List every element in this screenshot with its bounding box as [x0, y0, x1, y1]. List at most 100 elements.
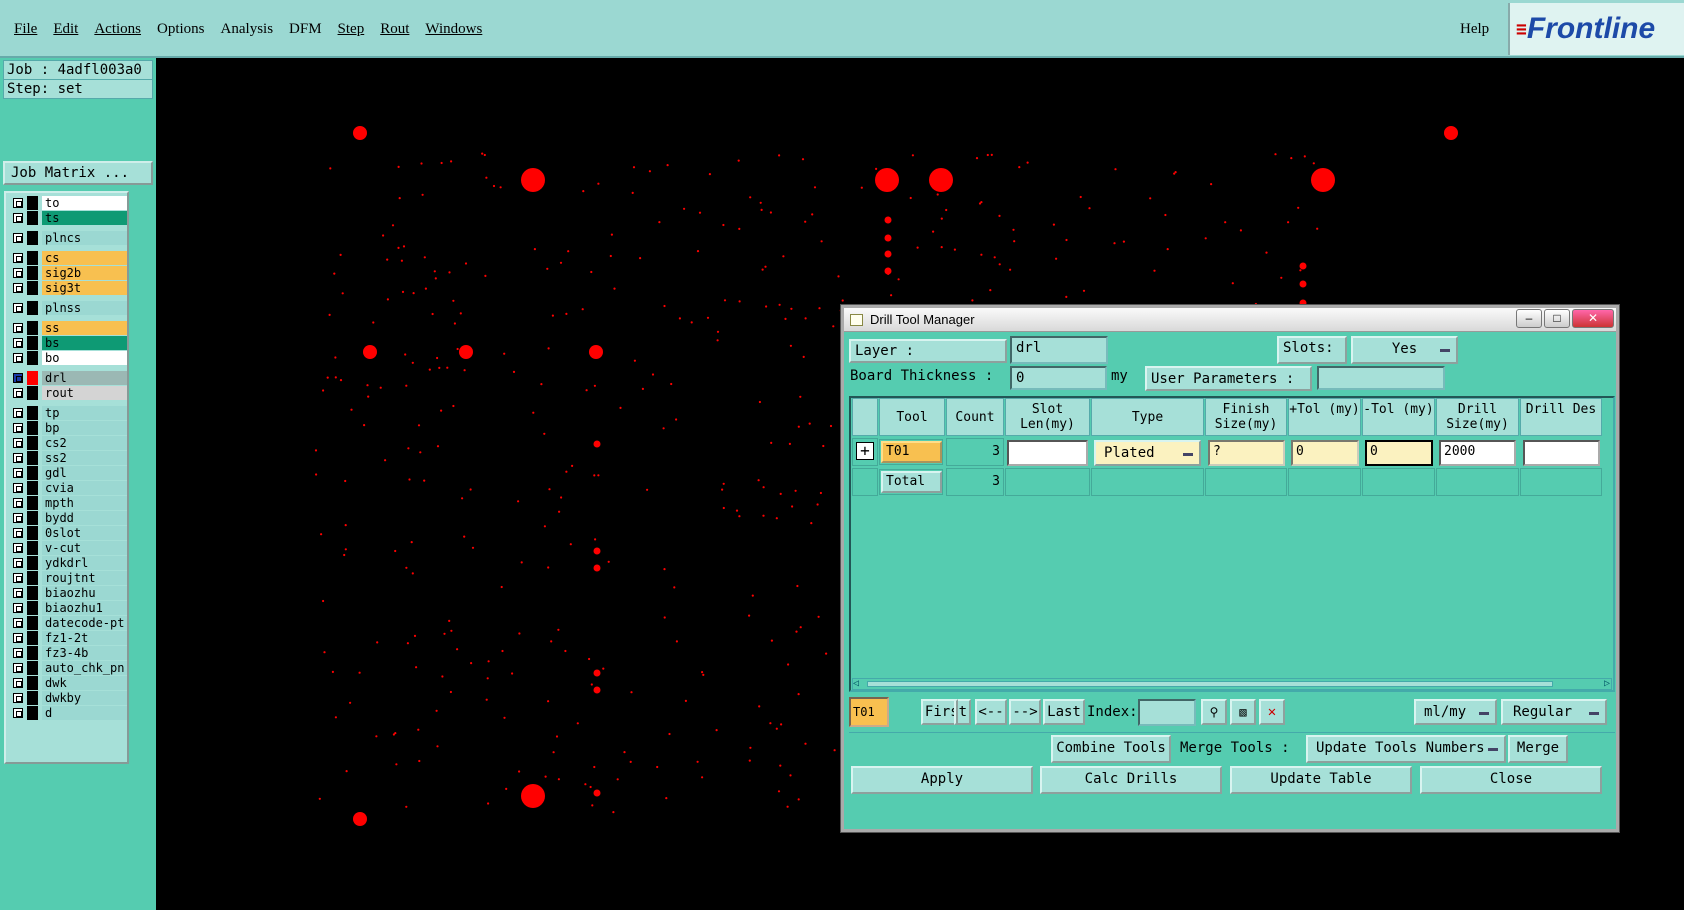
layer-row-biaozhu1[interactable]: biaozhu1 — [8, 601, 127, 615]
layer-checkbox[interactable] — [13, 663, 23, 673]
update-table-button[interactable]: Update Table — [1230, 766, 1412, 794]
layer-row-d[interactable]: d — [8, 706, 127, 720]
index-field[interactable] — [1138, 699, 1196, 726]
layer-row-0slot[interactable]: 0slot — [8, 526, 127, 540]
drill-size-field[interactable]: 2000 — [1439, 440, 1516, 466]
layer-row-bydd[interactable]: bydd — [8, 511, 127, 525]
layer-checkbox[interactable] — [13, 388, 23, 398]
layer-row-cvia[interactable]: cvia — [8, 481, 127, 495]
finish-size-field[interactable]: ? — [1208, 440, 1285, 466]
layer-row-fz3-4b[interactable]: fz3-4b — [8, 646, 127, 660]
type-dropdown[interactable]: Plated — [1094, 440, 1201, 466]
mode-dropdown[interactable]: Regular — [1501, 699, 1607, 725]
layer-checkbox[interactable] — [13, 498, 23, 508]
layer-row-bs[interactable]: bs — [8, 336, 127, 350]
layer-checkbox[interactable] — [13, 543, 23, 553]
select-tool-icon[interactable]: ▧ — [1230, 699, 1256, 725]
layer-field[interactable]: drl — [1010, 336, 1108, 364]
menu-options[interactable]: Options — [157, 21, 205, 38]
layer-checkbox[interactable] — [13, 588, 23, 598]
layer-row-to[interactable]: to — [8, 196, 127, 210]
layer-checkbox[interactable] — [13, 373, 23, 383]
layer-row-rout[interactable]: rout — [8, 386, 127, 400]
layer-checkbox[interactable] — [13, 633, 23, 643]
close-icon[interactable]: ✕ — [1572, 309, 1614, 328]
layer-row-tp[interactable]: tp — [8, 406, 127, 420]
layer-row-ydkdrl[interactable]: ydkdrl — [8, 556, 127, 570]
layer-row-drl[interactable]: drl — [8, 371, 127, 385]
layer-row-plncs[interactable]: plncs — [8, 231, 127, 245]
menu-rout[interactable]: Rout — [380, 21, 409, 38]
layer-checkbox[interactable] — [13, 423, 23, 433]
user-parameters-field[interactable] — [1317, 366, 1445, 390]
menu-dfm[interactable]: DFM — [289, 21, 322, 38]
layer-checkbox[interactable] — [13, 468, 23, 478]
slot-len-field[interactable] — [1007, 440, 1088, 466]
layer-checkbox[interactable] — [13, 198, 23, 208]
layer-checkbox[interactable] — [13, 453, 23, 463]
layer-row-dwkby[interactable]: dwkby — [8, 691, 127, 705]
layer-row-roujtnt[interactable]: roujtnt — [8, 571, 127, 585]
layer-checkbox[interactable] — [13, 233, 23, 243]
find-tool-icon[interactable]: ⚲ — [1201, 699, 1227, 725]
layer-checkbox[interactable] — [13, 483, 23, 493]
layer-row-dwk[interactable]: dwk — [8, 676, 127, 690]
layer-row-gdl[interactable]: gdl — [8, 466, 127, 480]
layer-checkbox[interactable] — [13, 438, 23, 448]
next-button[interactable]: --> — [1009, 699, 1041, 725]
layer-row-bo[interactable]: bo — [8, 351, 127, 365]
plus-tol-field[interactable]: 0 — [1291, 440, 1359, 466]
layer-checkbox[interactable] — [13, 303, 23, 313]
layer-checkbox[interactable] — [13, 648, 23, 658]
layer-checkbox[interactable] — [13, 708, 23, 718]
scroll-left-icon[interactable]: ◁ — [853, 679, 859, 689]
layer-row-mpth[interactable]: mpth — [8, 496, 127, 510]
menu-step[interactable]: Step — [338, 21, 365, 38]
layer-row-ss[interactable]: ss — [8, 321, 127, 335]
minimize-button[interactable]: – — [1516, 309, 1542, 328]
layer-row-datecode-pt[interactable]: datecode-pt — [8, 616, 127, 630]
menu-help[interactable]: Help — [1460, 0, 1489, 58]
layer-checkbox[interactable] — [13, 528, 23, 538]
layer-row-bp[interactable]: bp — [8, 421, 127, 435]
prev-button[interactable]: <-- — [975, 699, 1007, 725]
job-matrix-button[interactable]: Job Matrix ... — [3, 161, 153, 185]
slots-dropdown[interactable]: Yes — [1351, 336, 1458, 364]
menu-file[interactable]: File — [14, 21, 37, 38]
expand-icon[interactable]: + — [856, 442, 874, 460]
layer-checkbox[interactable] — [13, 338, 23, 348]
delete-tool-icon[interactable]: ✕ — [1259, 699, 1285, 725]
layer-checkbox[interactable] — [13, 513, 23, 523]
maximize-button[interactable]: □ — [1544, 309, 1570, 328]
menu-windows[interactable]: Windows — [425, 21, 482, 38]
layer-checkbox[interactable] — [13, 678, 23, 688]
horizontal-scrollbar[interactable]: ◁ ▷ — [852, 678, 1612, 690]
tool-t01-button[interactable]: T01 — [881, 441, 942, 463]
combine-tools-button[interactable]: Combine Tools — [1051, 735, 1171, 763]
layer-checkbox[interactable] — [13, 323, 23, 333]
layer-checkbox[interactable] — [13, 558, 23, 568]
layer-checkbox[interactable] — [13, 618, 23, 628]
layer-checkbox[interactable] — [13, 253, 23, 263]
layer-row-cs[interactable]: cs — [8, 251, 127, 265]
layer-checkbox[interactable] — [13, 408, 23, 418]
layer-checkbox[interactable] — [13, 573, 23, 583]
menu-edit[interactable]: Edit — [53, 21, 78, 38]
layer-row-ts[interactable]: ts — [8, 211, 127, 225]
layer-row-biaozhu[interactable]: biaozhu — [8, 586, 127, 600]
layer-checkbox[interactable] — [13, 693, 23, 703]
layer-row-v-cut[interactable]: v-cut — [8, 541, 127, 555]
layer-checkbox[interactable] — [13, 603, 23, 613]
layer-checkbox[interactable] — [13, 353, 23, 363]
layer-row-cs2[interactable]: cs2 — [8, 436, 127, 450]
scrollbar-thumb[interactable] — [867, 681, 1553, 687]
menu-actions[interactable]: Actions — [94, 21, 141, 38]
layer-checkbox[interactable] — [13, 268, 23, 278]
user-parameters-button[interactable]: User Parameters : — [1145, 366, 1312, 391]
units-dropdown[interactable]: ml/my — [1414, 699, 1497, 725]
first-button[interactable]: First — [921, 699, 971, 725]
minus-tol-field[interactable]: 0 — [1365, 440, 1433, 466]
layer-row-sig2b[interactable]: sig2b — [8, 266, 127, 280]
layer-checkbox[interactable] — [13, 213, 23, 223]
apply-button[interactable]: Apply — [851, 766, 1033, 794]
